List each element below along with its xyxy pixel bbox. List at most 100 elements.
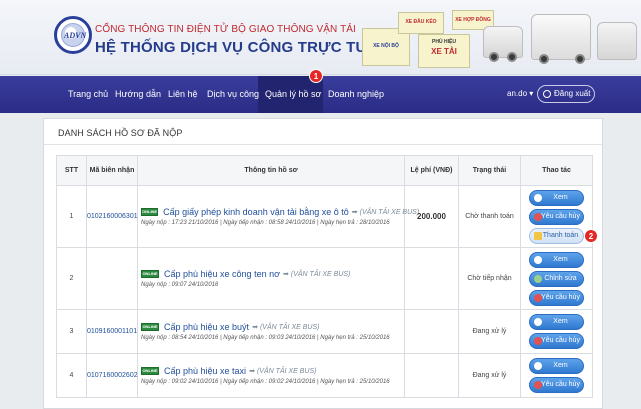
- payment-icon: [534, 231, 542, 240]
- info-icon: [534, 255, 542, 264]
- wheel: [507, 52, 517, 62]
- nav-item-manage-records[interactable]: Quản lý hồ sơ: [265, 89, 321, 99]
- user-menu[interactable]: an.do ▾: [507, 89, 533, 98]
- cancel-request-button[interactable]: Yêu cầu hủy: [529, 208, 584, 225]
- ministry-logo[interactable]: ADVN: [54, 16, 92, 54]
- row-status: Chờ thanh toán: [458, 185, 521, 248]
- service-name-link[interactable]: Cấp phù hiệu xe buýt: [164, 322, 249, 332]
- badge-label: XE NỘI BỘ: [373, 43, 399, 49]
- arrow-right-icon: ➡: [249, 368, 255, 375]
- receipt-code-link[interactable]: 0102160006301: [87, 213, 138, 220]
- row-actions: Xem Yêu cầu hủy: [520, 309, 593, 354]
- button-label: Xem: [553, 362, 568, 369]
- close-icon: [534, 293, 542, 302]
- row-record-info: ONLINE Cấp phù hiệu xe taxi ➡ (VẬN TẢI X…: [137, 353, 405, 398]
- receipt-code-link[interactable]: 0107160002602: [87, 372, 138, 379]
- button-label: Xem: [553, 318, 568, 325]
- service-type: (VẬN TẢI XE BUS): [256, 367, 317, 375]
- cancel-request-button[interactable]: Yêu cầu hủy: [529, 377, 584, 393]
- row-record-info: ONLINE Cấp giấy phép kinh doanh vận tải …: [137, 185, 419, 248]
- record-dates: Ngày nộp : 17:23 21/10/2016 | Ngày tiếp …: [141, 220, 390, 226]
- button-label: Yêu cầu hủy: [541, 337, 580, 344]
- info-icon: [534, 318, 542, 326]
- row-record-info: ONLINE Cấp phù hiệu xe công ten nơ ➡ (VẬ…: [137, 247, 405, 310]
- receipt-code-link[interactable]: 0109160001101: [87, 328, 137, 335]
- col-header-fee: Lệ phí (VNĐ): [404, 155, 459, 186]
- badge-label: PHÙ HIỆU: [432, 39, 456, 45]
- nav-item-business[interactable]: Doanh nghiệp: [328, 89, 384, 99]
- button-label: Xem: [553, 255, 568, 263]
- close-icon: [534, 212, 542, 221]
- portal-subtitle: CỔNG THÔNG TIN ĐIỆN TỬ BỘ GIAO THÔNG VẬN…: [95, 24, 356, 35]
- portal-title: HỆ THỐNG DỊCH VỤ CÔNG TRỰC TUYẾN: [95, 39, 399, 56]
- button-label: Yêu cầu hủy: [541, 212, 580, 220]
- pay-button[interactable]: Thanh toán: [529, 227, 584, 244]
- user-name: an.do: [507, 89, 528, 98]
- badge-card-xe-dau-keo: XE ĐẦU KÉO: [398, 12, 444, 34]
- wheel: [575, 54, 585, 64]
- record-dates: Ngày nộp : 08:54 24/10/2016 | Ngày tiếp …: [141, 335, 390, 341]
- service-name-link[interactable]: Cấp giấy phép kinh doanh vận tải bằng xe…: [163, 207, 349, 217]
- vehicles-illustration: [475, 8, 641, 74]
- view-button[interactable]: Xem: [529, 358, 584, 374]
- close-icon: [534, 337, 542, 345]
- nav-item-home[interactable]: Trang chủ: [68, 89, 108, 99]
- table-row: 2 ONLINE Cấp phù hiệu xe công ten nơ ➡ (…: [56, 247, 593, 310]
- records-panel: DANH SÁCH HỒ SƠ ĐÃ NỘP STT Mã biên nhận …: [43, 118, 603, 409]
- row-status: Đang xử lý: [458, 309, 521, 354]
- arrow-right-icon: ➡: [351, 209, 358, 216]
- record-dates: Ngày nộp : 09:02 24/10/2016 | Ngày tiếp …: [141, 379, 390, 385]
- arrow-right-icon: ➡: [283, 271, 289, 278]
- view-button[interactable]: Xem: [529, 251, 584, 268]
- table-row: 3 0109160001101 ONLINE Cấp phù hiệu xe b…: [56, 309, 593, 354]
- row-actions: Xem Yêu cầu hủy: [520, 353, 593, 398]
- bus-shape: [531, 14, 591, 60]
- service-name-link[interactable]: Cấp phù hiệu xe công ten nơ: [164, 269, 280, 279]
- arrow-right-icon: ➡: [252, 324, 258, 331]
- row-record-info: ONLINE Cấp phù hiệu xe buýt ➡ (VẬN TẢI X…: [137, 309, 405, 354]
- online-badge: ONLINE: [141, 367, 159, 375]
- row-fee: 200.000: [404, 185, 459, 248]
- row-receipt-code: 0107160002602: [86, 353, 138, 398]
- row-actions: Xem Yêu cầu hủy Thanh toán: [520, 185, 593, 248]
- row-stt: 1: [56, 185, 87, 248]
- table-header-row: STT Mã biên nhận Thông tin hồ sơ Lệ phí …: [56, 155, 593, 186]
- row-actions: Xem Chỉnh sửa Yêu cầu hủy: [520, 247, 593, 310]
- service-name-link[interactable]: Cấp phù hiệu xe taxi: [164, 366, 246, 376]
- service-type: (VẬN TẢI XE BUS): [259, 323, 320, 331]
- col-header-record-info: Thông tin hồ sơ: [137, 155, 405, 186]
- row-stt: 2: [56, 247, 87, 310]
- col-header-status: Trạng thái: [458, 155, 521, 186]
- online-badge: ONLINE: [141, 323, 159, 331]
- button-label: Xem: [553, 193, 568, 201]
- row-receipt-code: 0102160006301: [86, 185, 138, 248]
- main-nav: Trang chủ Hướng dẫn Liên hệ Dịch vụ công…: [0, 76, 641, 113]
- nav-item-contact[interactable]: Liên hệ: [168, 89, 198, 99]
- badge-card-phu-hieu: PHÙ HIỆU XE TẢI: [418, 34, 470, 68]
- button-label: Thanh toán: [542, 231, 579, 239]
- view-button[interactable]: Xem: [529, 314, 584, 330]
- nav-item-public-services[interactable]: Dịch vụ công: [207, 89, 259, 99]
- logout-button[interactable]: Đăng xuất: [537, 85, 595, 103]
- edit-icon: [534, 274, 542, 283]
- service-type: (VẬN TẢI XE BUS): [290, 270, 351, 278]
- truck-shape: [597, 22, 637, 60]
- row-receipt-code: 0109160001101: [86, 309, 138, 354]
- row-receipt-code: [86, 247, 138, 310]
- cancel-request-button[interactable]: Yêu cầu hủy: [529, 333, 584, 349]
- col-header-receipt-code: Mã biên nhận: [86, 155, 138, 186]
- record-dates: Ngày nộp : 09:07 24/10/2016: [141, 282, 219, 288]
- badge-label: XE TẢI: [431, 47, 457, 56]
- nav-item-guide[interactable]: Hướng dẫn: [115, 89, 161, 99]
- row-fee: [404, 353, 459, 398]
- view-button[interactable]: Xem: [529, 189, 584, 206]
- button-label: Yêu cầu hủy: [541, 381, 580, 388]
- edit-button[interactable]: Chỉnh sửa: [529, 270, 584, 287]
- cancel-request-button[interactable]: Yêu cầu hủy: [529, 289, 584, 306]
- online-badge: ONLINE: [141, 270, 159, 278]
- wheel: [489, 52, 499, 62]
- step-marker-2: 2: [584, 229, 598, 243]
- online-badge: ONLINE: [141, 208, 159, 216]
- row-stt: 4: [56, 353, 87, 398]
- table-row: 4 0107160002602 ONLINE Cấp phù hiệu xe t…: [56, 353, 593, 398]
